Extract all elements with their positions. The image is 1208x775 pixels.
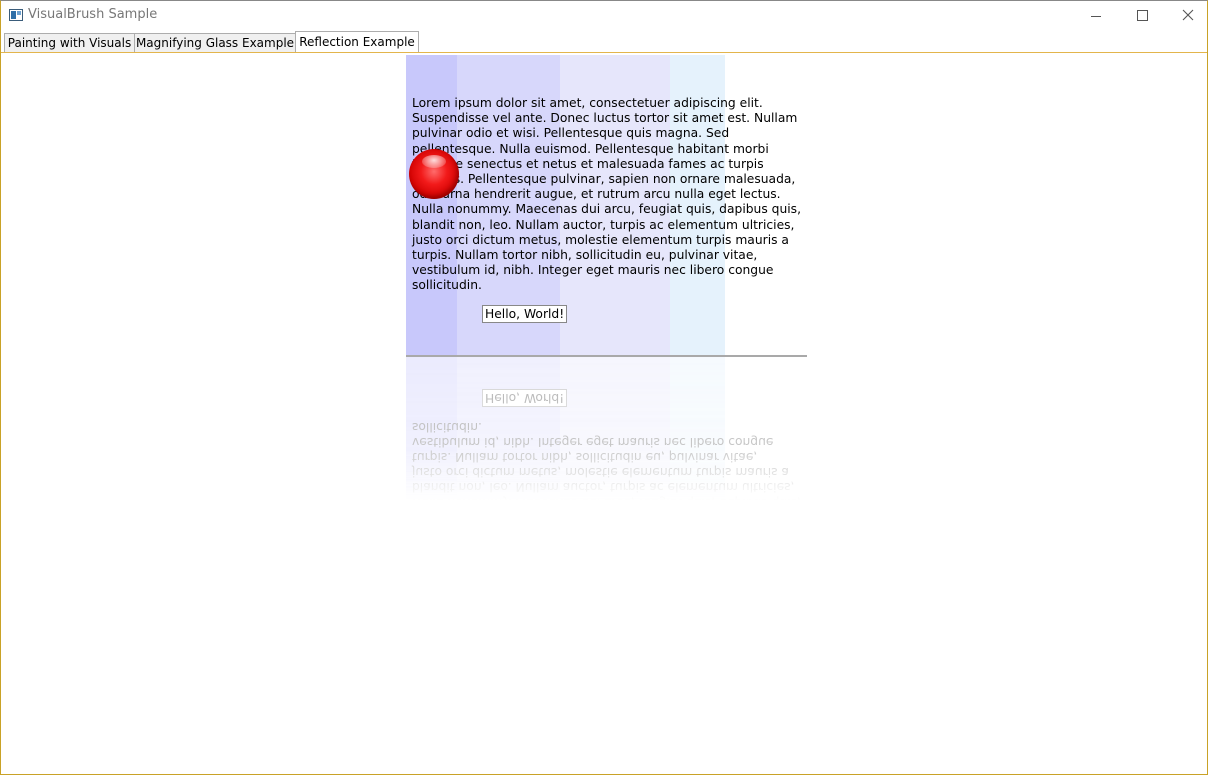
- minimize-icon: [1091, 16, 1101, 17]
- lorem-text-block: Lorem ipsum dolor sit amet, consectetuer…: [412, 96, 801, 293]
- app-window: VisualBrush Sample Painting with Visuals…: [0, 0, 1208, 775]
- reflected-band: [406, 357, 457, 657]
- reflection-image: Lorem ipsum dolor sit amet, consectetuer…: [406, 357, 807, 657]
- app-window-icon: [9, 9, 23, 21]
- tab-magnifying-glass-example[interactable]: Magnifying Glass Example: [134, 33, 296, 52]
- minimize-button[interactable]: [1073, 1, 1119, 31]
- reflection-divider: [406, 355, 807, 357]
- tab-strip: Painting with Visuals Magnifying Glass E…: [1, 31, 1207, 53]
- reflected-lorem-text: Lorem ipsum dolor sit amet, consectetuer…: [412, 419, 801, 616]
- tab-reflection-example[interactable]: Reflection Example: [295, 31, 419, 53]
- reflection-source-panel: Lorem ipsum dolor sit amet, consectetuer…: [406, 55, 801, 355]
- title-bar[interactable]: VisualBrush Sample: [1, 1, 1207, 31]
- tab-painting-with-visuals[interactable]: Painting with Visuals: [4, 33, 135, 52]
- reflected-band: [457, 357, 560, 657]
- red-ball: [409, 149, 459, 199]
- tab-content-border: [1, 52, 1207, 53]
- reflected-band: [670, 357, 725, 657]
- maximize-icon: [1137, 10, 1148, 21]
- reflected-band: [560, 357, 670, 657]
- reflected-panel: Lorem ipsum dolor sit amet, consectetuer…: [406, 357, 801, 657]
- hello-world-button[interactable]: Hello, World!: [482, 305, 568, 323]
- reflected-hello-button: Hello, World!: [482, 389, 568, 407]
- maximize-button[interactable]: [1119, 1, 1165, 31]
- close-icon: [1182, 9, 1194, 21]
- close-button[interactable]: [1165, 1, 1207, 31]
- window-title: VisualBrush Sample: [28, 7, 158, 22]
